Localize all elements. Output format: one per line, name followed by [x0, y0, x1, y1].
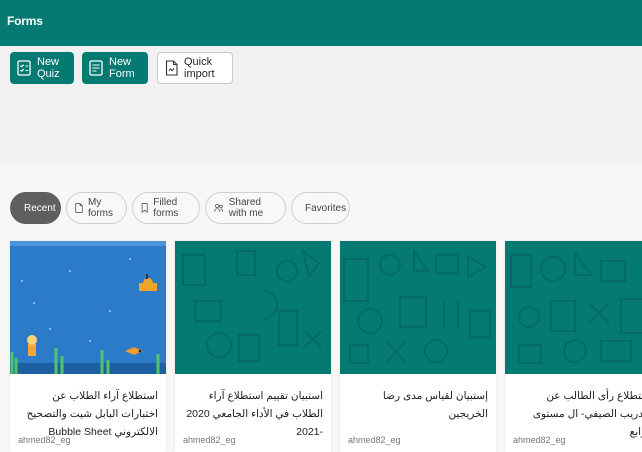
- tab-recent-label: Recent: [24, 202, 56, 214]
- app-title[interactable]: Forms: [7, 14, 43, 28]
- import-document-icon: [165, 60, 178, 76]
- quiz-icon: [17, 60, 31, 76]
- tab-my-forms-label: My forms: [88, 197, 114, 219]
- tab-filled-forms-label: Filled forms: [153, 197, 179, 219]
- new-quiz-button[interactable]: New Quiz: [10, 52, 74, 84]
- people-icon: [214, 203, 224, 212]
- quick-import-button[interactable]: Quick import: [157, 52, 233, 84]
- document-icon: [75, 203, 83, 213]
- new-quiz-label: New Quiz: [37, 56, 60, 80]
- card-title: استطلاع رأى الطالب عن التدريب الصيفي- ال…: [532, 390, 642, 438]
- bookmark-icon: [141, 203, 148, 214]
- tab-favorites-label: Favorites: [305, 202, 347, 214]
- card-title: استبيان تقييم استطلاع آراء الطلاب في الأ…: [186, 390, 323, 438]
- form-card[interactable]: استطلاع رأى الطالب عن التدريب الصيفي- ال…: [505, 241, 642, 452]
- form-icon: [89, 60, 103, 76]
- card-title: إستبيان لقياس مدى رضا الخريجين: [382, 390, 488, 420]
- quick-import-label: Quick import: [184, 56, 215, 80]
- app-header: Forms: [0, 0, 642, 46]
- tab-favorites[interactable]: Favorites: [291, 192, 350, 224]
- tab-recent[interactable]: Recent: [10, 192, 61, 224]
- form-card[interactable]: استطلاع آراء الطلاب عن اختبارات البابل ش…: [10, 241, 166, 452]
- teal-pattern-thumbnail: [505, 241, 642, 374]
- card-owner: ahmed82_eg: [18, 435, 71, 445]
- card-owner: ahmed82_eg: [513, 435, 566, 445]
- card-owner: ahmed82_eg: [348, 435, 401, 445]
- underwater-thumbnail: [10, 241, 166, 374]
- teal-pattern-thumbnail: [340, 241, 496, 374]
- tab-shared-label: Shared with me: [228, 197, 264, 219]
- tab-shared-with-me[interactable]: Shared with me: [205, 192, 286, 224]
- form-card[interactable]: إستبيان لقياس مدى رضا الخريجين ahmed82_e…: [340, 241, 496, 452]
- new-form-label: New Form: [109, 56, 135, 80]
- teal-pattern-thumbnail: [175, 241, 331, 374]
- tab-filled-forms[interactable]: Filled forms: [132, 192, 200, 224]
- tab-my-forms[interactable]: My forms: [66, 192, 127, 224]
- new-form-button[interactable]: New Form: [82, 52, 148, 84]
- card-owner: ahmed82_eg: [183, 435, 236, 445]
- form-card[interactable]: استبيان تقييم استطلاع آراء الطلاب في الأ…: [175, 241, 331, 452]
- card-title: استطلاع آراء الطلاب عن اختبارات البابل ش…: [26, 390, 158, 438]
